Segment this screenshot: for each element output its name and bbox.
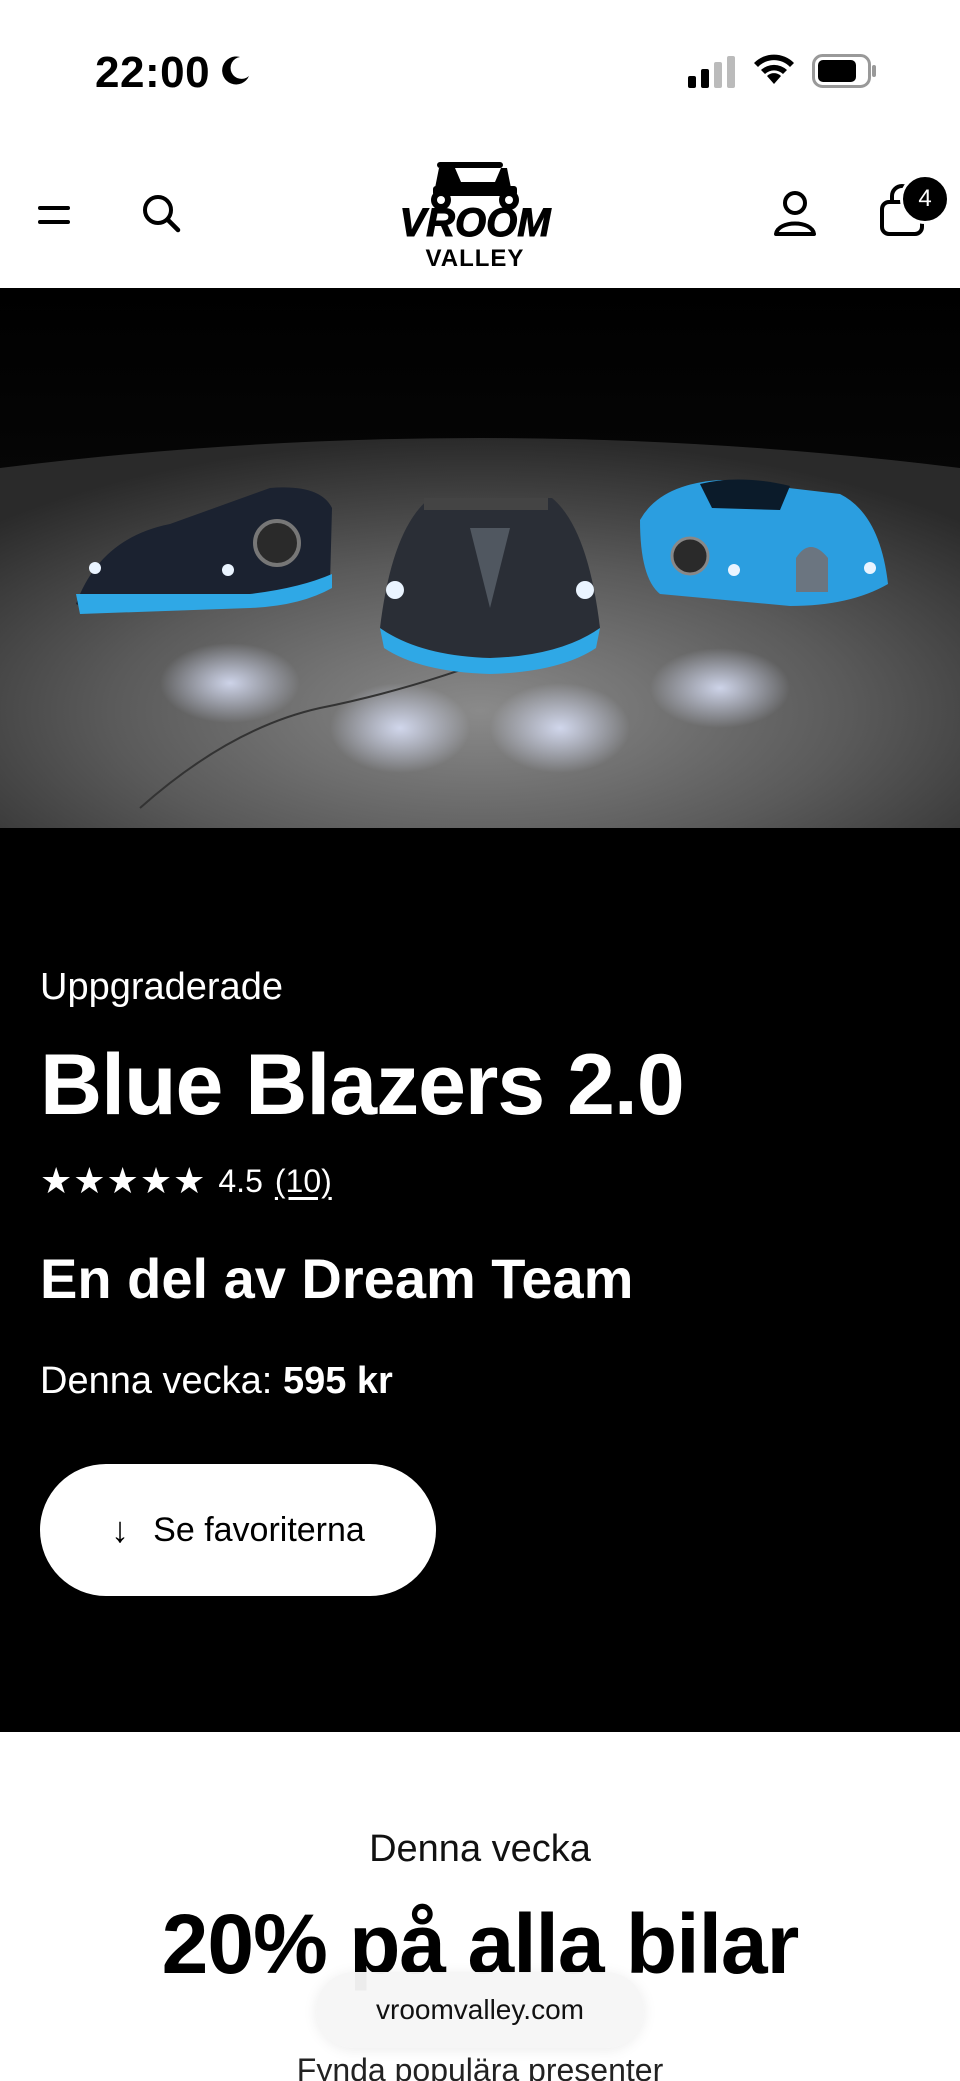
url-text: vroomvalley.com (376, 1994, 584, 2025)
cart-count-badge[interactable]: 4 (900, 174, 950, 224)
hero-cars-image (0, 288, 960, 828)
battery-icon (812, 54, 876, 88)
logo-wordmark-bottom: VALLEY (426, 245, 525, 272)
cellular-signal-icon (688, 56, 735, 88)
cta-label: Se favoriterna (153, 1510, 365, 1549)
vroom-valley-logo[interactable]: VROOM VALLEY (375, 148, 575, 273)
promo-subtitle: Fynda populära presenter (296, 2052, 664, 2081)
status-bar: 22:00 (0, 0, 960, 140)
site-header: VROOM VALLEY 4 (0, 140, 960, 288)
car-center (380, 498, 600, 674)
see-favorites-button[interactable]: ↓ Se favoriterna (40, 1464, 436, 1596)
browser-url-bar[interactable]: vroomvalley.com (316, 1972, 644, 2048)
status-time: 22:00 (95, 48, 211, 97)
hero-eyebrow: Uppgraderade (40, 966, 283, 1008)
account-icon[interactable] (772, 188, 818, 238)
hero-section: Uppgraderade Blue Blazers 2.0 ★★★★★ 4.5 … (0, 288, 960, 1732)
product-title: Blue Blazers 2.0 (40, 1037, 685, 1133)
moon-icon (222, 56, 249, 85)
review-count-link[interactable]: (10) (275, 1163, 332, 1200)
hero-subtitle: En del av Dream Team (40, 1247, 634, 1310)
promo-eyebrow: Denna vecka (369, 1828, 591, 1870)
weekly-price: Denna vecka: 595 kr (40, 1360, 393, 1403)
logo-wordmark-top: VROOM (399, 201, 552, 245)
price-label: Denna vecka: (40, 1360, 273, 1402)
wifi-icon (754, 54, 794, 84)
search-icon[interactable] (140, 192, 184, 236)
arrow-down-icon: ↓ (111, 1509, 130, 1550)
price-value: 595 kr (282, 1360, 393, 1402)
product-rating: ★★★★★ 4.5 (10) (40, 1160, 332, 1202)
hamburger-menu-icon[interactable] (36, 196, 76, 236)
rating-score: 4.5 (218, 1162, 263, 1199)
rating-stars-icon: ★★★★★ (40, 1160, 207, 1201)
